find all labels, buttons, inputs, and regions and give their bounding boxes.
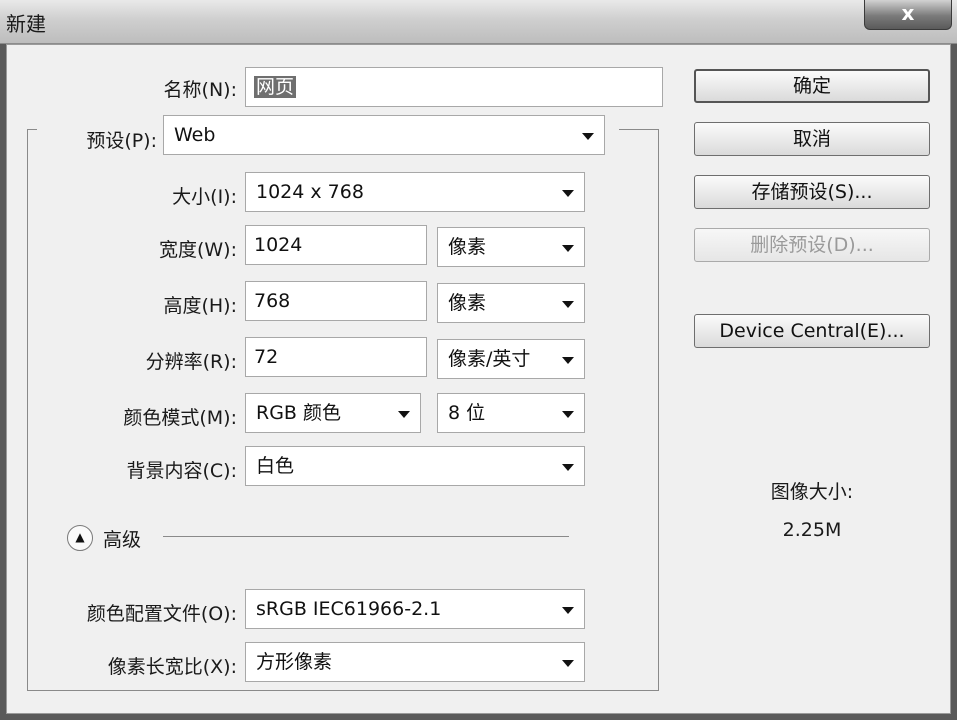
resolution-label: 分辨率(R): <box>145 351 237 373</box>
background-select[interactable]: 白色 <box>245 446 585 486</box>
chevron-down-icon <box>562 607 574 614</box>
background-label: 背景内容(C): <box>126 460 238 482</box>
pixel-aspect-value: 方形像素 <box>256 651 333 673</box>
preset-value: Web <box>174 124 216 146</box>
width-unit-value: 像素 <box>448 236 487 258</box>
width-input[interactable]: 1024 <box>245 225 427 265</box>
chevron-down-icon <box>562 245 574 252</box>
color-profile-select[interactable]: sRGB IEC61966-2.1 <box>245 589 585 629</box>
size-value: 1024 x 768 <box>256 181 364 203</box>
name-value: 网页 <box>254 76 297 98</box>
height-value: 768 <box>254 290 291 312</box>
resolution-value: 72 <box>254 346 279 368</box>
chevron-down-icon <box>562 301 574 308</box>
chevron-down-icon <box>562 411 574 418</box>
color-profile-value: sRGB IEC61966-2.1 <box>256 598 442 620</box>
color-mode-label: 颜色模式(M): <box>123 407 237 429</box>
bit-depth-value: 8 位 <box>448 402 486 424</box>
preset-select[interactable]: Web <box>163 115 605 155</box>
width-unit-select[interactable]: 像素 <box>437 227 585 267</box>
color-mode-value: RGB 颜色 <box>256 402 341 424</box>
advanced-divider <box>163 536 569 537</box>
pixel-aspect-select[interactable]: 方形像素 <box>245 642 585 682</box>
pixel-aspect-label: 像素长宽比(X): <box>107 656 237 678</box>
dialog-body: 名称(N): 网页 预设(P): Web 大小(I): 1024 x 768 宽… <box>6 44 951 714</box>
size-label: 大小(I): <box>172 186 237 208</box>
height-unit-value: 像素 <box>448 292 487 314</box>
bit-depth-select[interactable]: 8 位 <box>437 393 585 433</box>
chevron-down-icon <box>562 464 574 471</box>
chevron-down-icon <box>562 660 574 667</box>
resolution-unit-value: 像素/英寸 <box>448 348 531 370</box>
save-preset-button[interactable]: 存储预设(S)... <box>694 175 930 209</box>
advanced-label: 高级 <box>103 529 142 551</box>
color-profile-label: 颜色配置文件(O): <box>86 603 237 625</box>
resolution-input[interactable]: 72 <box>245 337 427 377</box>
preset-label: 预设(P): <box>86 130 157 152</box>
resolution-unit-select[interactable]: 像素/英寸 <box>437 339 585 379</box>
height-label: 高度(H): <box>163 295 237 317</box>
color-mode-select[interactable]: RGB 颜色 <box>245 393 421 433</box>
close-button[interactable]: x <box>864 0 952 30</box>
cancel-button[interactable]: 取消 <box>694 122 930 156</box>
size-select[interactable]: 1024 x 768 <box>245 172 585 212</box>
width-value: 1024 <box>254 234 303 256</box>
device-central-button[interactable]: Device Central(E)... <box>694 314 930 348</box>
chevron-down-icon <box>562 357 574 364</box>
name-input[interactable]: 网页 <box>245 67 663 107</box>
ok-button[interactable]: 确定 <box>694 69 930 103</box>
collapse-advanced-icon[interactable]: ▲ <box>67 525 93 551</box>
title-bar: 新建 x <box>0 0 957 44</box>
name-label: 名称(N): <box>163 79 237 101</box>
delete-preset-button: 删除预设(D)... <box>694 228 930 262</box>
chevron-down-icon <box>562 190 574 197</box>
height-unit-select[interactable]: 像素 <box>437 283 585 323</box>
window-title: 新建 <box>6 12 46 36</box>
height-input[interactable]: 768 <box>245 281 427 321</box>
chevron-down-icon <box>582 133 594 140</box>
width-label: 宽度(W): <box>158 239 237 261</box>
image-size-label: 图像大小: <box>770 481 854 503</box>
chevron-down-icon <box>398 411 410 418</box>
background-value: 白色 <box>256 455 295 477</box>
image-size-value: 2.25M <box>782 519 842 541</box>
